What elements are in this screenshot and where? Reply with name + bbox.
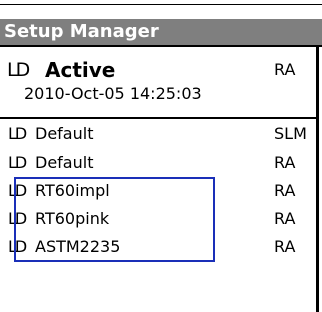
ld-setup-icon: LD xyxy=(8,153,27,172)
active-setup-name: Active xyxy=(45,58,116,82)
setup-list-item[interactable]: LD Default RA xyxy=(0,149,316,177)
setup-name: Default xyxy=(35,153,94,172)
ld-setup-icon: LD xyxy=(7,59,30,81)
title-bar: Setup Manager xyxy=(0,19,322,47)
ld-setup-icon: LD xyxy=(8,124,27,143)
active-setup-timestamp: 2010-Oct-05 14:25:03 xyxy=(24,84,202,103)
right-scroll-border xyxy=(316,46,319,312)
top-border xyxy=(0,4,322,5)
setup-mode: SLM xyxy=(274,124,307,143)
setup-name: Default xyxy=(35,124,94,143)
setup-mode: RA xyxy=(274,153,296,172)
selection-highlight-box xyxy=(14,177,215,262)
setup-manager-window: Setup Manager LD Active RA 2010-Oct-05 1… xyxy=(0,0,322,312)
setup-mode: RA xyxy=(274,237,296,256)
window-title: Setup Manager xyxy=(4,21,159,42)
active-setup-mode: RA xyxy=(274,60,296,79)
setup-mode: RA xyxy=(274,181,296,200)
setup-list-item[interactable]: LD Default SLM xyxy=(0,120,316,148)
setup-mode: RA xyxy=(274,209,296,228)
list-divider xyxy=(0,117,316,119)
active-setup-item[interactable]: LD Active RA 2010-Oct-05 14:25:03 xyxy=(0,47,316,117)
